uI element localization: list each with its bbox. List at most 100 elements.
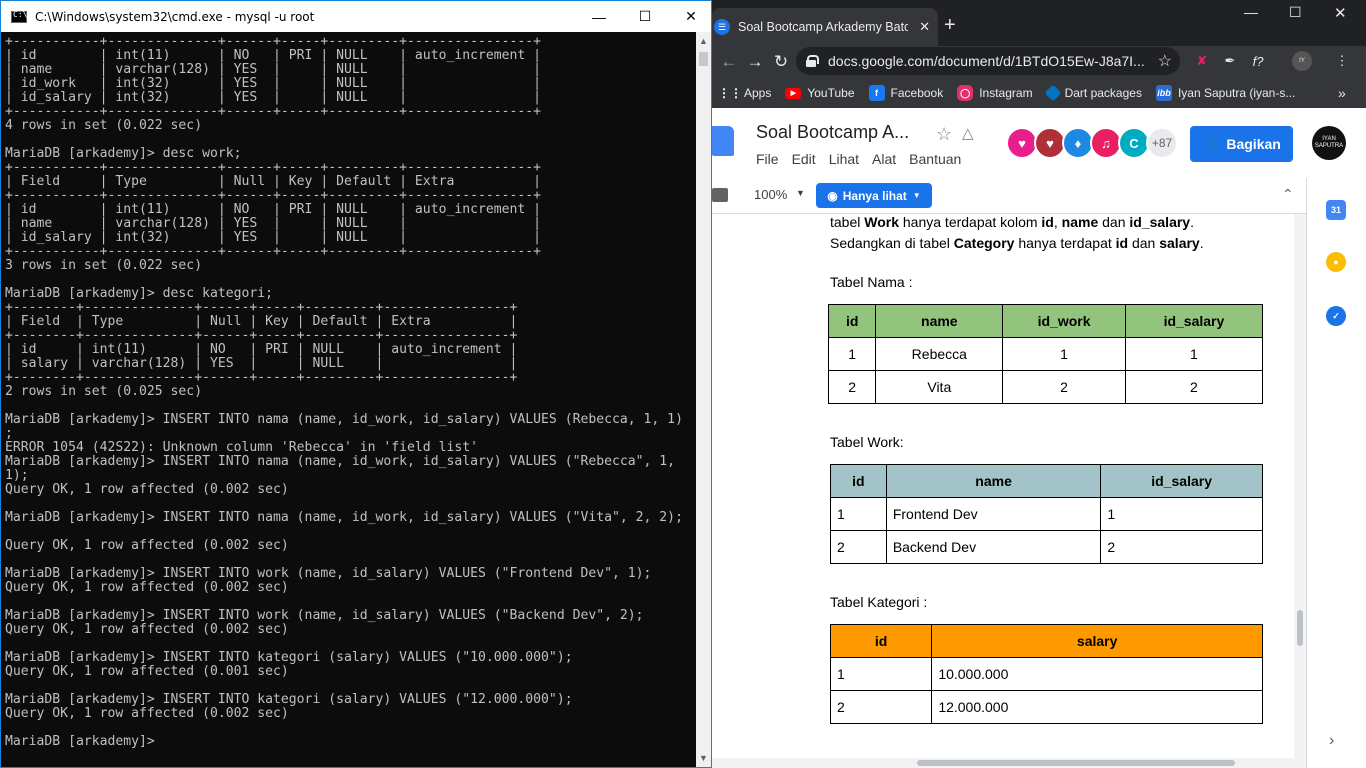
bookmark-apps[interactable]: ⋮⋮ Apps [718,85,772,101]
document-horizontal-scrollbar[interactable] [712,758,1294,768]
facebook-icon: f [868,85,885,101]
terminal-output[interactable]: +-----------+--------------+------+-----… [1,32,695,767]
bookmark-label: YouTube [807,86,855,100]
account-avatar[interactable]: IYAN SAPUTRA [1312,126,1346,160]
bookmark-label: Instagram [979,86,1033,100]
bookmarks-bar: ⋮⋮ Apps ▶ YouTube f Facebook ◯ Instagram… [712,78,1366,108]
forward-icon[interactable]: → [742,52,768,72]
tasks-icon[interactable]: ✓ [1326,306,1346,326]
bookmark-youtube[interactable]: ▶ YouTube [785,86,855,100]
new-tab-button[interactable]: + [944,14,956,37]
editing-mode-button[interactable]: ◉ Hanya lihat ▼ [816,183,932,208]
bookmark-dart[interactable]: Dart packages [1044,84,1142,102]
bookmark-label: Facebook [890,86,944,100]
table-cell: 2 [1002,370,1126,404]
side-panel: 31 ● ✓ › [1306,178,1366,768]
table-header-cell: id_salary [1100,464,1263,498]
minimize-button[interactable]: — [1244,4,1258,20]
cmd-window-title: C:\Windows\system32\cmd.exe - mysql -u r… [35,9,315,24]
scroll-down-icon[interactable]: ▼ [699,753,708,763]
table-cell: 2 [827,370,877,404]
table-cell: 2 [1124,370,1264,404]
docs-app: Soal Bootcamp A... ☆ △ File Edit Lihat A… [712,108,1366,768]
chevron-down-icon[interactable]: ▼ [796,188,805,198]
table-cell: Backend Dev [885,530,1102,564]
person-icon: 👤 [1202,136,1219,151]
maximize-button[interactable]: ☐ [622,1,668,32]
menu-view[interactable]: Lihat [829,151,859,167]
menu-kebab-icon[interactable]: ⋮ [1332,51,1352,71]
scrollbar-thumb[interactable] [699,52,708,66]
close-button[interactable]: ✕ [668,1,714,32]
table-header-row: id salary [829,624,1263,658]
table-cell: 1 [1124,337,1264,371]
table-cell: 2 [1100,530,1263,564]
menu-tools[interactable]: Alat [872,151,896,167]
table-cell: Frontend Dev [885,497,1102,531]
close-button[interactable]: ✕ [1334,4,1347,22]
table-kategori-caption: Tabel Kategori : [830,594,928,610]
scroll-up-icon[interactable]: ▲ [699,36,708,46]
table-cell: 2 [829,690,933,724]
calendar-icon[interactable]: 31 [1326,200,1346,220]
menu-edit[interactable]: Edit [792,151,816,167]
print-icon[interactable] [712,188,728,202]
address-bar[interactable]: docs.google.com/document/d/1BTdO15Ew-J8a… [796,47,1180,75]
more-collaborators-badge[interactable]: +87 [1146,127,1178,159]
tab-docs[interactable]: ☰ Soal Bootcamp Arkademy Batch ✕ [712,8,938,46]
mode-label: Hanya lihat [842,188,907,203]
document-title[interactable]: Soal Bootcamp A... [756,122,909,143]
menu-help[interactable]: Bantuan [909,151,961,167]
bookmark-label: Apps [744,86,772,100]
docs-logo-icon[interactable] [712,126,734,156]
formula-icon[interactable]: f? [1248,51,1268,71]
table-row: 1 Rebecca 1 1 [827,337,1264,371]
table-row: 2 Vita 2 2 [827,370,1264,404]
terminal-scrollbar[interactable]: ▲ ▼ [696,32,711,767]
table-cell: 12.000.000 [931,690,1263,724]
table-nama: id name id_work id_salary 1 Rebecca 1 1 2 Vita 2 2 [827,304,1264,404]
youtube-icon: ▶ [785,87,802,99]
table-row: 2 Backend Dev 2 [830,530,1263,564]
minimize-button[interactable]: — [576,1,622,32]
bookmarks-overflow-icon[interactable]: » [1338,85,1346,101]
cmd-titlebar[interactable]: C:\Windows\system32\cmd.exe - mysql -u r… [1,1,711,32]
bookmark-label: Dart packages [1064,86,1142,100]
ibb-icon: ibb [1155,85,1172,101]
tab-close-icon[interactable]: ✕ [919,19,930,35]
bookmark-star-icon[interactable]: ☆ [1158,51,1172,71]
apps-grid-icon: ⋮⋮ [718,86,742,100]
table-header-row: id name id_salary [830,464,1263,498]
drive-icon[interactable]: △ [962,124,974,142]
reload-icon[interactable]: ↻ [768,52,794,72]
keep-icon[interactable]: ● [1326,252,1346,272]
star-icon[interactable]: ☆ [936,124,952,145]
share-button[interactable]: 👤 Bagikan [1190,126,1293,162]
chevron-right-icon[interactable]: › [1329,732,1334,750]
eyedropper-icon[interactable]: ✒ [1220,51,1240,71]
table-header-cell: id_work [1002,304,1126,338]
maximize-button[interactable]: ☐ [1289,4,1302,21]
bookmark-label: Iyan Saputra (iyan-s... [1177,86,1296,100]
scrollbar-thumb[interactable] [1297,610,1303,646]
zoom-select[interactable]: 100% [754,187,787,202]
document-canvas[interactable]: tabel Work hanya terdapat kolom id, name… [712,214,1306,768]
back-icon[interactable]: ← [716,52,742,72]
menu-file[interactable]: File [756,151,779,167]
document-vertical-scrollbar[interactable] [1294,214,1306,768]
table-row: 1 10.000.000 [829,657,1263,691]
scrollbar-thumb[interactable] [917,760,1235,766]
extension-icon[interactable]: ✘ [1192,51,1212,71]
bookmark-instagram[interactable]: ◯ Instagram [957,85,1033,101]
table-header-row: id name id_work id_salary [827,304,1264,338]
table-header-cell: id [830,464,887,498]
table-work: id name id_salary 1 Frontend Dev 1 2 Backend De… [830,464,1263,564]
table-nama-caption: Tabel Nama : [830,274,913,290]
collapse-menus-icon[interactable]: ⌃ [1282,186,1294,203]
bookmark-facebook[interactable]: f Facebook [868,85,944,101]
bookmark-ibb[interactable]: ibb Iyan Saputra (iyan-s... [1155,85,1296,101]
table-cell: 1 [1002,337,1126,371]
table-cell: 2 [830,530,887,564]
profile-avatar-icon[interactable]: IY [1292,51,1312,71]
table-header-cell: name [885,464,1102,498]
